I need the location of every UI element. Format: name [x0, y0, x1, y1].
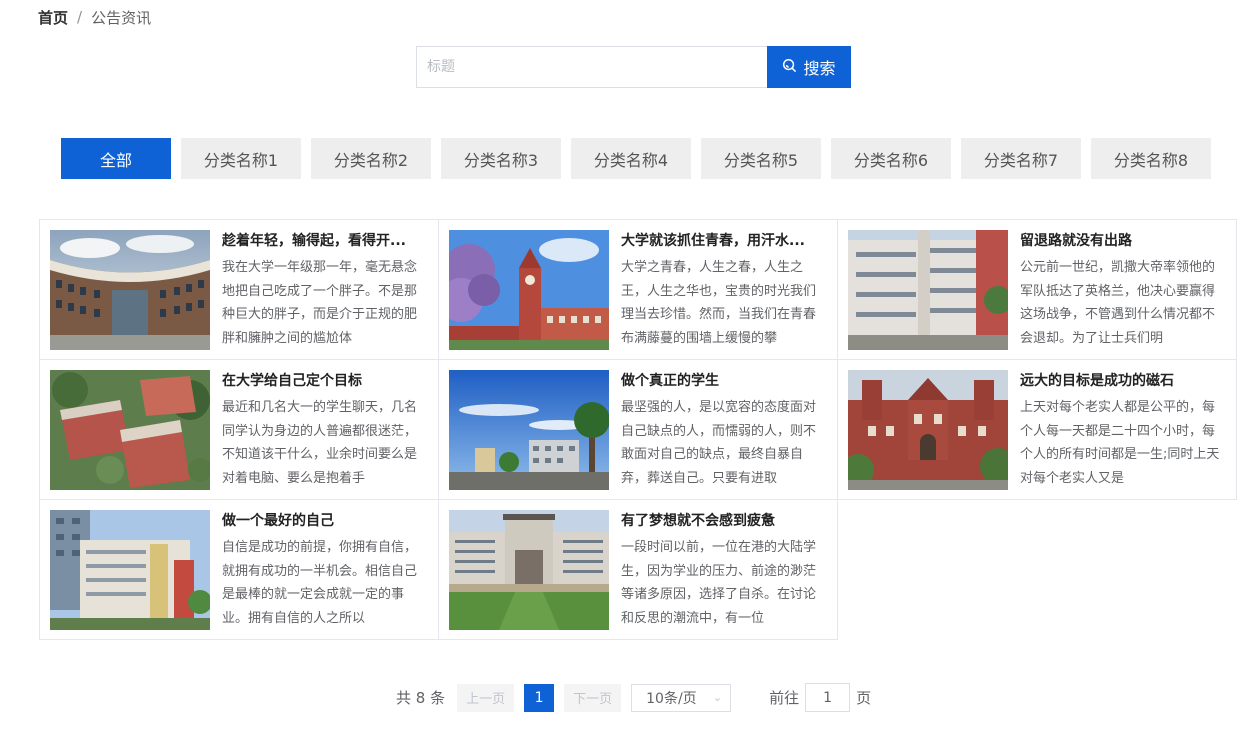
article-title[interactable]: 大学就该抓住青春，用汗水... [621, 230, 827, 252]
article-summary: 最近和几名大一的学生聊天，几名同学认为身边的人普遍都很迷茫，不知道该干什么，业余… [222, 400, 418, 486]
chevron-down-icon: ⌄ [712, 691, 723, 704]
tab-category-4[interactable]: 分类名称4 [571, 138, 691, 179]
page-number-current[interactable]: 1 [524, 683, 555, 712]
article-thumbnail[interactable] [449, 370, 609, 490]
tab-category-3[interactable]: 分类名称3 [441, 138, 561, 179]
pagination: 共 8 条 上一页 1 下一页 10条/页 ⌄ 前往 页 [396, 683, 871, 712]
article-summary: 我在大学一年级那一年，毫无悬念地把自己吃成了一个胖子。不是那种巨大的胖子，而是介… [222, 260, 418, 346]
article-card[interactable]: 做个真正的学生 最坚强的人，是以宽容的态度面对自己缺点的人，而懦弱的人，则不敢面… [438, 359, 838, 500]
category-tabs: 全部 分类名称1 分类名称2 分类名称3 分类名称4 分类名称5 分类名称6 分… [61, 138, 1211, 179]
article-title[interactable]: 趁着年轻，输得起，看得开... [222, 230, 428, 252]
article-title[interactable]: 远大的目标是成功的磁石 [1020, 370, 1226, 392]
tab-all[interactable]: 全部 [61, 138, 171, 179]
article-body: 做个真正的学生 最坚强的人，是以宽容的态度面对自己缺点的人，而懦弱的人，则不敢面… [621, 370, 827, 489]
article-card[interactable]: 做一个最好的自己 自信是成功的前提，你拥有自信，就拥有成功的一半机会。相信自己是… [39, 499, 439, 640]
article-title[interactable]: 做个真正的学生 [621, 370, 827, 392]
article-summary: 上天对每个老实人都是公平的，每个人每一天都是二十四个小时，每个人的所有时间都是一… [1020, 400, 1220, 486]
article-body: 做一个最好的自己 自信是成功的前提，你拥有自信，就拥有成功的一半机会。相信自己是… [222, 510, 428, 629]
article-thumbnail[interactable] [449, 230, 609, 350]
search-button-label: 搜索 [803, 59, 836, 78]
next-page-button[interactable]: 下一页 [564, 683, 622, 712]
article-summary: 最坚强的人，是以宽容的态度面对自己缺点的人，而懦弱的人，则不敢面对自己的缺点，最… [621, 400, 817, 486]
breadcrumb-separator: / [77, 8, 83, 26]
search-bar: 搜索 [416, 46, 851, 88]
article-grid: 趁着年轻，输得起，看得开... 我在大学一年级那一年，毫无悬念地把自己吃成了一个… [39, 219, 1239, 640]
page-size-select[interactable]: 10条/页 ⌄ [631, 683, 732, 712]
article-title[interactable]: 留退路就没有出路 [1020, 230, 1226, 252]
article-summary: 一段时间以前，一位在港的大陆学生，因为学业的压力、前途的渺茫等诸多原因，选择了自… [621, 540, 817, 626]
tab-category-1[interactable]: 分类名称1 [181, 138, 301, 179]
breadcrumb-current: 公告资讯 [91, 8, 152, 27]
article-body: 远大的目标是成功的磁石 上天对每个老实人都是公平的，每个人每一天都是二十四个小时… [1020, 370, 1226, 489]
article-thumbnail[interactable] [848, 370, 1008, 490]
search-button[interactable]: 搜索 [767, 46, 851, 88]
tab-category-2[interactable]: 分类名称2 [311, 138, 431, 179]
article-summary: 自信是成功的前提，你拥有自信，就拥有成功的一半机会。相信自己是最棒的就一定会成就… [222, 540, 418, 626]
tab-category-7[interactable]: 分类名称7 [961, 138, 1081, 179]
search-icon [782, 58, 797, 77]
article-summary: 大学之青春，人生之春，人生之王，人生之华也，宝贵的时光我们理当去珍惜。然而，当我… [621, 260, 817, 346]
article-thumbnail[interactable] [50, 510, 210, 630]
article-card[interactable]: 趁着年轻，输得起，看得开... 我在大学一年级那一年，毫无悬念地把自己吃成了一个… [39, 219, 439, 360]
article-thumbnail[interactable] [449, 510, 609, 630]
prev-page-button[interactable]: 上一页 [457, 683, 515, 712]
article-thumbnail[interactable] [50, 370, 210, 490]
search-input[interactable] [416, 46, 767, 88]
article-thumbnail[interactable] [50, 230, 210, 350]
article-card[interactable]: 大学就该抓住青春，用汗水... 大学之青春，人生之春，人生之王，人生之华也，宝贵… [438, 219, 838, 360]
goto-label: 前往 [769, 689, 800, 707]
article-summary: 公元前一世纪，凯撒大帝率领他的军队抵达了英格兰，他决心要赢得这场战争，不管遇到什… [1020, 260, 1216, 346]
tab-category-5[interactable]: 分类名称5 [701, 138, 821, 179]
breadcrumb-home-link[interactable]: 首页 [38, 7, 68, 28]
article-title[interactable]: 做一个最好的自己 [222, 510, 428, 532]
article-body: 趁着年轻，输得起，看得开... 我在大学一年级那一年，毫无悬念地把自己吃成了一个… [222, 230, 428, 349]
article-title[interactable]: 在大学给自己定个目标 [222, 370, 428, 392]
tab-category-6[interactable]: 分类名称6 [831, 138, 951, 179]
article-body: 大学就该抓住青春，用汗水... 大学之青春，人生之春，人生之王，人生之华也，宝贵… [621, 230, 827, 349]
goto-suffix: 页 [856, 689, 872, 707]
article-body: 在大学给自己定个目标 最近和几名大一的学生聊天，几名同学认为身边的人普遍都很迷茫… [222, 370, 428, 489]
goto-page-input[interactable] [805, 683, 851, 712]
article-card[interactable]: 远大的目标是成功的磁石 上天对每个老实人都是公平的，每个人每一天都是二十四个小时… [837, 359, 1237, 500]
article-body: 有了梦想就不会感到疲惫 一段时间以前，一位在港的大陆学生，因为学业的压力、前途的… [621, 510, 827, 629]
article-row: 做一个最好的自己 自信是成功的前提，你拥有自信，就拥有成功的一半机会。相信自己是… [39, 499, 1239, 640]
page-size-value: 10条/页 [646, 690, 697, 707]
article-thumbnail[interactable] [848, 230, 1008, 350]
article-row: 在大学给自己定个目标 最近和几名大一的学生聊天，几名同学认为身边的人普遍都很迷茫… [39, 359, 1239, 500]
article-body: 留退路就没有出路 公元前一世纪，凯撒大帝率领他的军队抵达了英格兰，他决心要赢得这… [1020, 230, 1226, 349]
article-card[interactable]: 在大学给自己定个目标 最近和几名大一的学生聊天，几名同学认为身边的人普遍都很迷茫… [39, 359, 439, 500]
article-card[interactable]: 有了梦想就不会感到疲惫 一段时间以前，一位在港的大陆学生，因为学业的压力、前途的… [438, 499, 838, 640]
article-title[interactable]: 有了梦想就不会感到疲惫 [621, 510, 827, 532]
article-card[interactable]: 留退路就没有出路 公元前一世纪，凯撒大帝率领他的军队抵达了英格兰，他决心要赢得这… [837, 219, 1237, 360]
tab-category-8[interactable]: 分类名称8 [1091, 138, 1211, 179]
article-row: 趁着年轻，输得起，看得开... 我在大学一年级那一年，毫无悬念地把自己吃成了一个… [39, 219, 1239, 360]
pagination-total: 共 8 条 [396, 689, 446, 707]
breadcrumb: 首页 / 公告资讯 [38, 6, 151, 28]
